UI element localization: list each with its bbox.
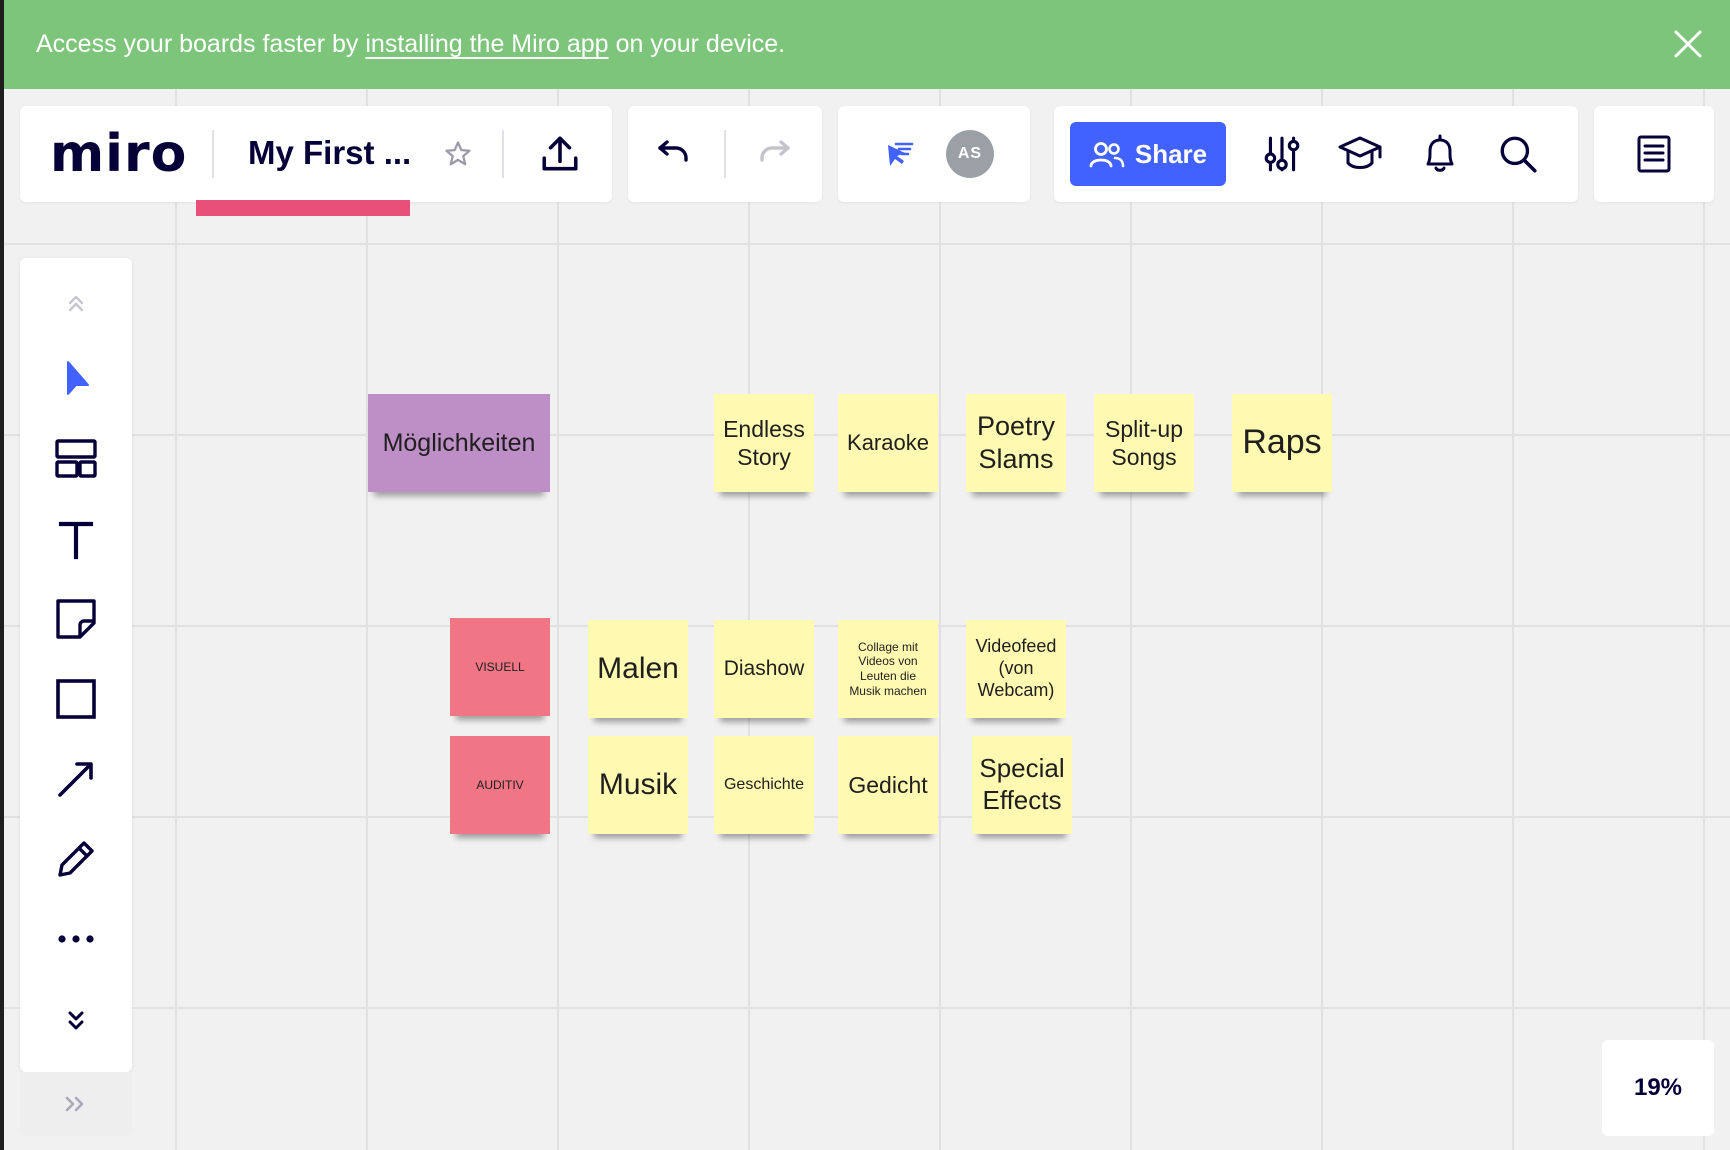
sliders-icon [1264,136,1300,172]
sticky-note[interactable]: Diashow [714,620,814,718]
connection-line-tool[interactable] [20,744,132,814]
shape-icon [56,679,96,719]
board-header-panel: miro My First ... [20,106,612,216]
banner-text-before: Access your boards faster by [36,30,359,58]
divider [502,130,504,178]
sticky-note[interactable]: Poetry Slams [966,394,1066,492]
notifications-button[interactable] [1416,130,1464,178]
undo-icon [658,140,688,162]
sticky-note[interactable]: VISUELL [450,618,550,716]
collaborators-panel: AS [838,106,1030,202]
templates-icon [55,439,97,478]
history-panel [628,106,822,202]
share-label: Share [1134,138,1208,169]
templates-tool[interactable] [20,424,132,494]
close-banner-button[interactable] [1668,24,1708,64]
sticky-note[interactable]: Collage mit Videos von Leuten die Musik … [838,620,938,718]
sticky-note[interactable]: Raps [1232,394,1332,492]
bell-icon [1426,134,1454,172]
expand-toolbar-button[interactable] [20,1072,132,1136]
sticky-note[interactable]: AUDITIV [450,736,550,834]
sticky-note[interactable]: Videofeed (von Webcam) [966,620,1066,718]
undo-button[interactable] [648,130,696,178]
divider [724,130,726,178]
sticky-note[interactable]: Musik [588,736,688,834]
scroll-tools-up-button[interactable] [20,268,132,338]
star-icon [445,141,471,166]
text-tool[interactable] [20,504,132,574]
more-tools-button[interactable] [20,904,132,974]
sticky-note[interactable]: Geschichte [714,736,814,834]
export-button[interactable] [536,130,584,178]
install-app-banner: Access your boards faster by installing … [4,0,1730,89]
board-title[interactable]: My First ... [248,134,411,172]
bring-everyone-button[interactable] [874,130,922,178]
scroll-tools-down-button[interactable] [20,986,132,1056]
avatar[interactable]: AS [946,130,994,178]
miro-board-app: Access your boards faster by installing … [4,0,1730,1150]
chevron-right-icon [65,1096,84,1112]
pen-tool[interactable] [20,824,132,894]
sticky-note[interactable]: Special Effects [972,736,1072,834]
search-icon [1500,136,1537,173]
sticky-note[interactable]: Möglichkeiten [368,394,550,492]
creation-toolbar [20,258,132,1072]
select-cursor-icon [67,361,89,395]
users-icon [1089,142,1125,168]
miro-logo[interactable]: miro [50,124,187,184]
star-board-button[interactable] [440,136,476,172]
install-app-link[interactable]: installing the Miro app [365,30,608,59]
graduation-cap-icon [1338,136,1382,169]
sticky-note[interactable]: Malen [588,620,688,718]
text-tool-icon [58,521,94,560]
board-settings-button[interactable] [1258,130,1306,178]
sticky-note-tool[interactable] [20,584,132,654]
shape-tool[interactable] [20,664,132,734]
search-button[interactable] [1494,130,1542,178]
banner-text-after: on your device. [615,30,786,58]
board-outline-button[interactable] [1630,130,1678,178]
redo-icon [760,140,790,162]
learning-center-button[interactable] [1336,130,1384,178]
arrow-line-icon [58,762,93,797]
zoom-level-button[interactable]: 19% [1602,1040,1714,1136]
upload-icon [542,136,578,171]
title-highlight-bar [196,200,410,216]
chevron-up-icon [68,295,84,312]
chevron-down-icon [68,1011,84,1030]
share-toolbar: Share [1054,106,1578,202]
pen-icon [58,841,94,877]
sticky-note[interactable]: Karaoke [838,394,938,492]
sticky-note-icon [56,599,96,639]
share-button[interactable]: Share [1070,122,1226,186]
sticky-note[interactable]: Endless Story [714,394,814,492]
more-tools-icon [58,935,94,943]
attention-cursor-icon [888,142,914,166]
board-list-panel [1594,106,1714,202]
redo-button[interactable] [752,130,800,178]
close-icon [1674,30,1702,58]
select-tool[interactable] [20,344,132,414]
document-list-icon [1637,135,1671,173]
sticky-note[interactable]: Split-up Songs [1094,394,1194,492]
sticky-note[interactable]: Gedicht [838,736,938,834]
divider [212,130,214,178]
